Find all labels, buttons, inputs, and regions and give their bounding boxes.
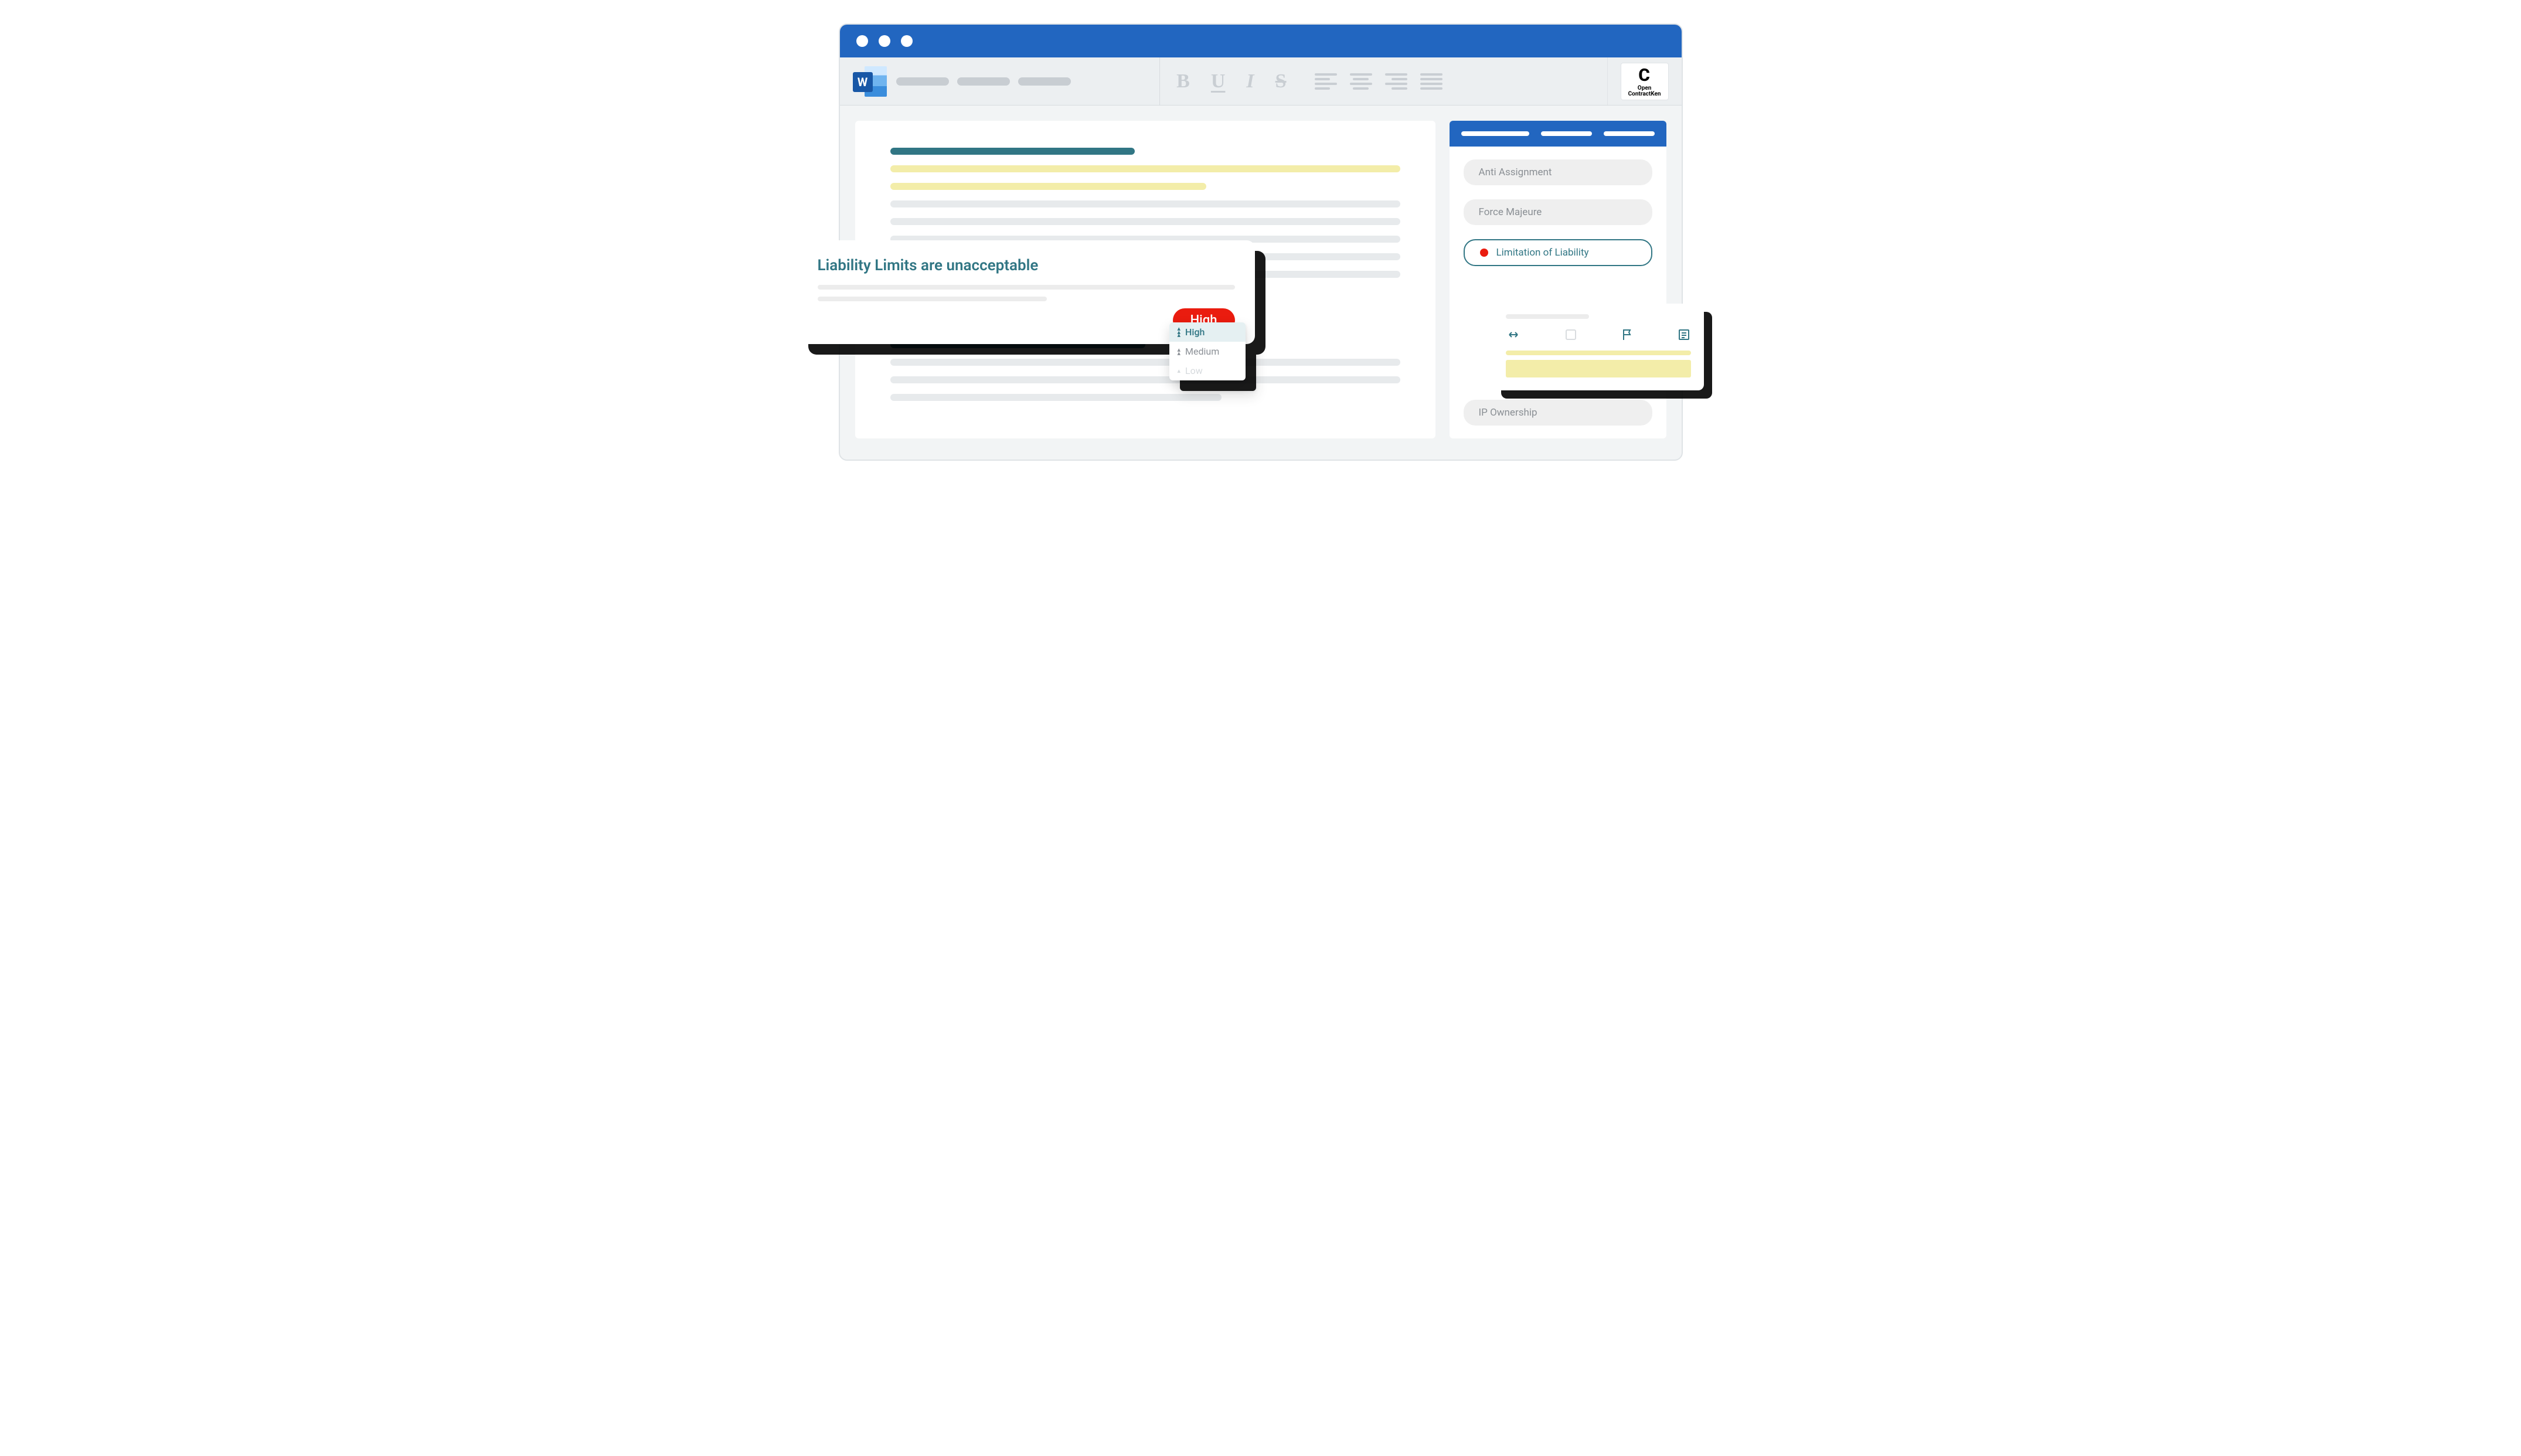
align-right-button[interactable] <box>1385 73 1407 90</box>
doc-heading-line <box>890 148 1135 155</box>
card-highlight-block <box>1506 360 1691 377</box>
risk-option-medium[interactable]: ▴▴ Medium <box>1169 342 1246 361</box>
window-control-close[interactable] <box>856 35 868 47</box>
bold-button[interactable]: B <box>1176 70 1190 93</box>
clause-label: Limitation of Liability <box>1496 247 1589 258</box>
navigate-icon[interactable] <box>1506 329 1521 341</box>
window-control-min[interactable] <box>879 35 890 47</box>
popover-text-line <box>818 285 1235 290</box>
brand-symbol: C <box>1628 67 1661 84</box>
clause-label: IP Ownership <box>1479 407 1537 419</box>
doc-text-line <box>890 376 1400 383</box>
word-app-letter: W <box>853 72 873 92</box>
clause-item-limitation-liability[interactable]: Limitation of Liability <box>1464 239 1652 266</box>
popover-title: Liability Limits are unacceptable <box>818 257 1235 274</box>
doc-text-line <box>890 359 1400 366</box>
ribbon-section-addin: C OpenContractKen <box>1607 57 1682 105</box>
italic-button[interactable]: I <box>1246 70 1254 93</box>
clause-detail-card[interactable] <box>1493 304 1704 390</box>
risk-option-high[interactable]: ▴▴▴ High <box>1169 322 1246 342</box>
side-tab[interactable] <box>1461 131 1529 136</box>
card-title-placeholder <box>1506 314 1589 319</box>
checkbox-icon[interactable] <box>1565 329 1577 341</box>
align-justify-button[interactable] <box>1420 73 1442 90</box>
note-icon[interactable] <box>1678 328 1690 341</box>
side-tab[interactable] <box>1541 131 1592 136</box>
level-medium-icon: ▴▴ <box>1178 348 1180 355</box>
popover-text-line <box>818 297 1047 301</box>
clause-item-force-majeure[interactable]: Force Majeure <box>1464 199 1652 225</box>
quick-action-placeholder[interactable] <box>1018 77 1071 86</box>
doc-text-line <box>890 218 1400 225</box>
risk-popover-card[interactable]: Liability Limits are unacceptable High ▴… <box>798 240 1255 344</box>
clause-list: Anti Assignment Force Majeure Limitation… <box>1450 147 1666 438</box>
ribbon-toolbar: W B U I S C O <box>840 57 1682 106</box>
underline-button[interactable]: U <box>1211 70 1226 93</box>
align-center-button[interactable] <box>1350 73 1372 90</box>
clause-label: Anti Assignment <box>1479 166 1552 178</box>
strikethrough-button[interactable]: S <box>1275 70 1287 93</box>
quick-action-placeholder[interactable] <box>957 77 1010 86</box>
ribbon-section-format: B U I S <box>1159 57 1607 105</box>
risk-level-dropdown: ▴▴▴ High ▴▴ Medium ▴ Low <box>1169 322 1246 380</box>
ribbon-section-quick: W <box>840 57 1160 105</box>
clause-label: Force Majeure <box>1479 206 1542 218</box>
risk-option-low[interactable]: ▴ Low <box>1169 361 1246 380</box>
addin-side-panel: Anti Assignment Force Majeure Limitation… <box>1450 121 1666 438</box>
quick-action-placeholder[interactable] <box>896 77 949 86</box>
alignment-group <box>1315 73 1442 90</box>
window-control-max[interactable] <box>901 35 913 47</box>
clause-item-anti-assignment[interactable]: Anti Assignment <box>1464 159 1652 185</box>
doc-highlight-line <box>890 183 1206 190</box>
doc-highlight-line <box>890 165 1400 172</box>
titlebar <box>840 25 1682 57</box>
flag-icon[interactable] <box>1621 328 1634 341</box>
risk-dot-icon <box>1480 249 1488 257</box>
level-low-icon: ▴ <box>1178 369 1180 373</box>
card-highlight-line <box>1506 351 1691 355</box>
align-left-button[interactable] <box>1315 73 1337 90</box>
side-tab[interactable] <box>1604 131 1655 136</box>
clause-item-ip-ownership[interactable]: IP Ownership <box>1464 400 1652 426</box>
doc-text-line <box>890 394 1222 401</box>
side-panel-header <box>1450 121 1666 147</box>
level-high-icon: ▴▴▴ <box>1178 327 1180 337</box>
addin-brand-button[interactable]: C OpenContractKen <box>1621 63 1669 100</box>
word-app-icon: W <box>853 65 888 98</box>
doc-text-line <box>890 200 1400 207</box>
